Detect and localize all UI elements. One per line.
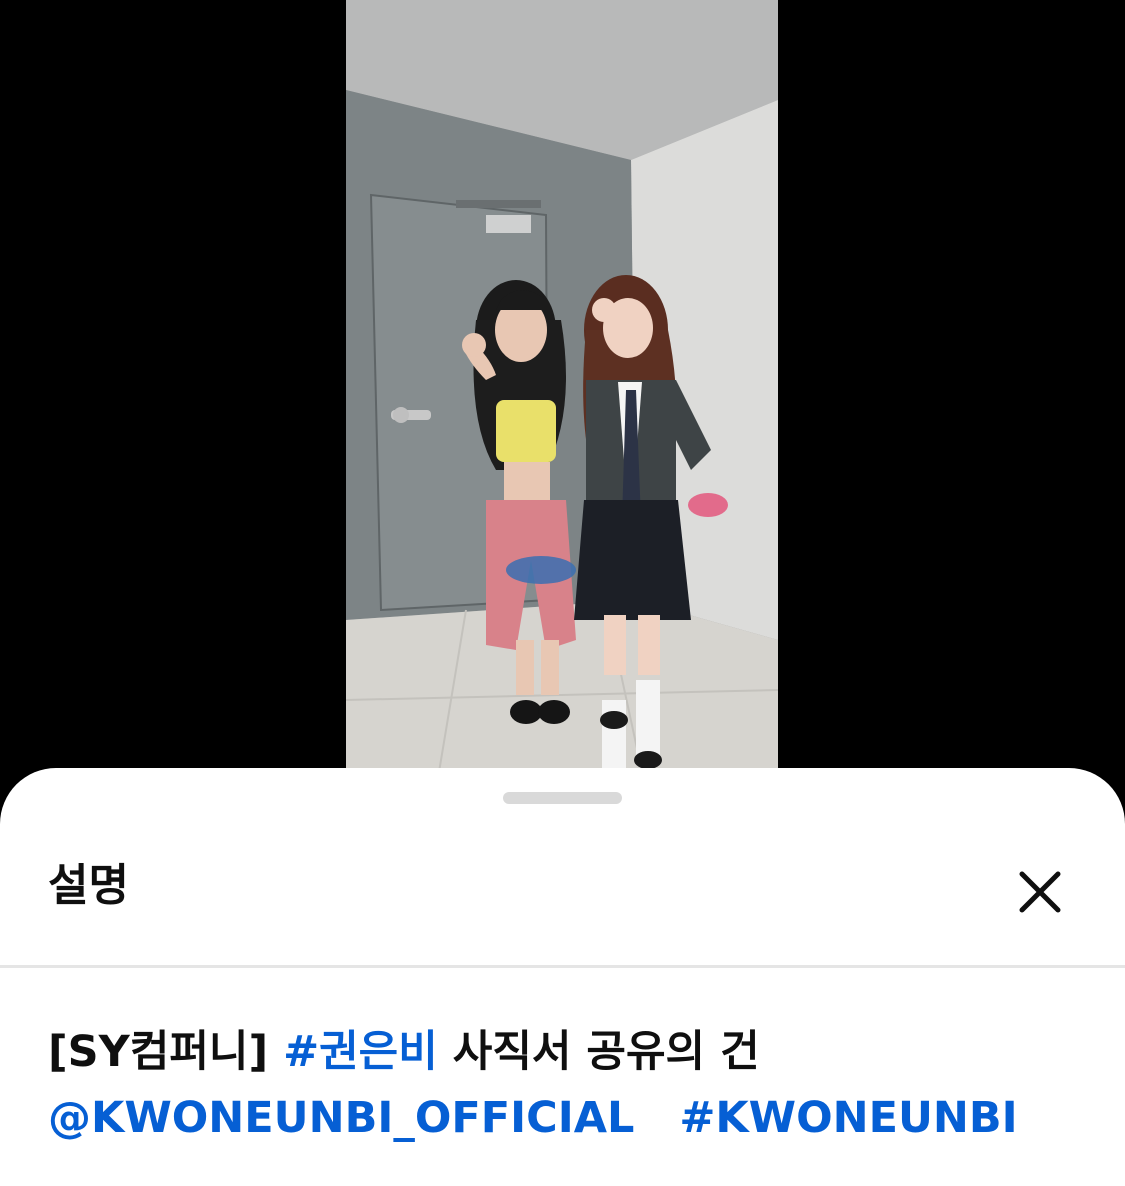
close-button[interactable] [1010,862,1070,922]
hashtag-link[interactable]: #권은비 [283,1027,438,1077]
drag-handle[interactable] [503,792,622,804]
description-sheet: 설명 [SY컴퍼니] #권은비 사직서 공유의 건 @KWONEUNBI_OFF… [0,768,1125,1186]
description-suffix: 사직서 공유의 건 [452,1027,760,1077]
sheet-title: 설명 [48,860,129,911]
description-line-1: [SY컴퍼니] #권은비 사직서 공유의 건 [48,1022,1088,1082]
description-line-2: @KWONEUNBI_OFFICIAL #KWONEUNBI [48,1088,1088,1148]
description-prefix: [SY컴퍼니] [48,1027,269,1077]
hashtag-link[interactable]: #KWONEUNBI [679,1093,1017,1143]
video-frame-image [346,0,778,790]
mention-link[interactable]: @KWONEUNBI_OFFICIAL [48,1093,634,1143]
video-player[interactable] [346,0,778,790]
header-divider [0,965,1125,968]
close-icon [1019,871,1061,913]
app-screen: 설명 [SY컴퍼니] #권은비 사직서 공유의 건 @KWONEUNBI_OFF… [0,0,1125,1186]
